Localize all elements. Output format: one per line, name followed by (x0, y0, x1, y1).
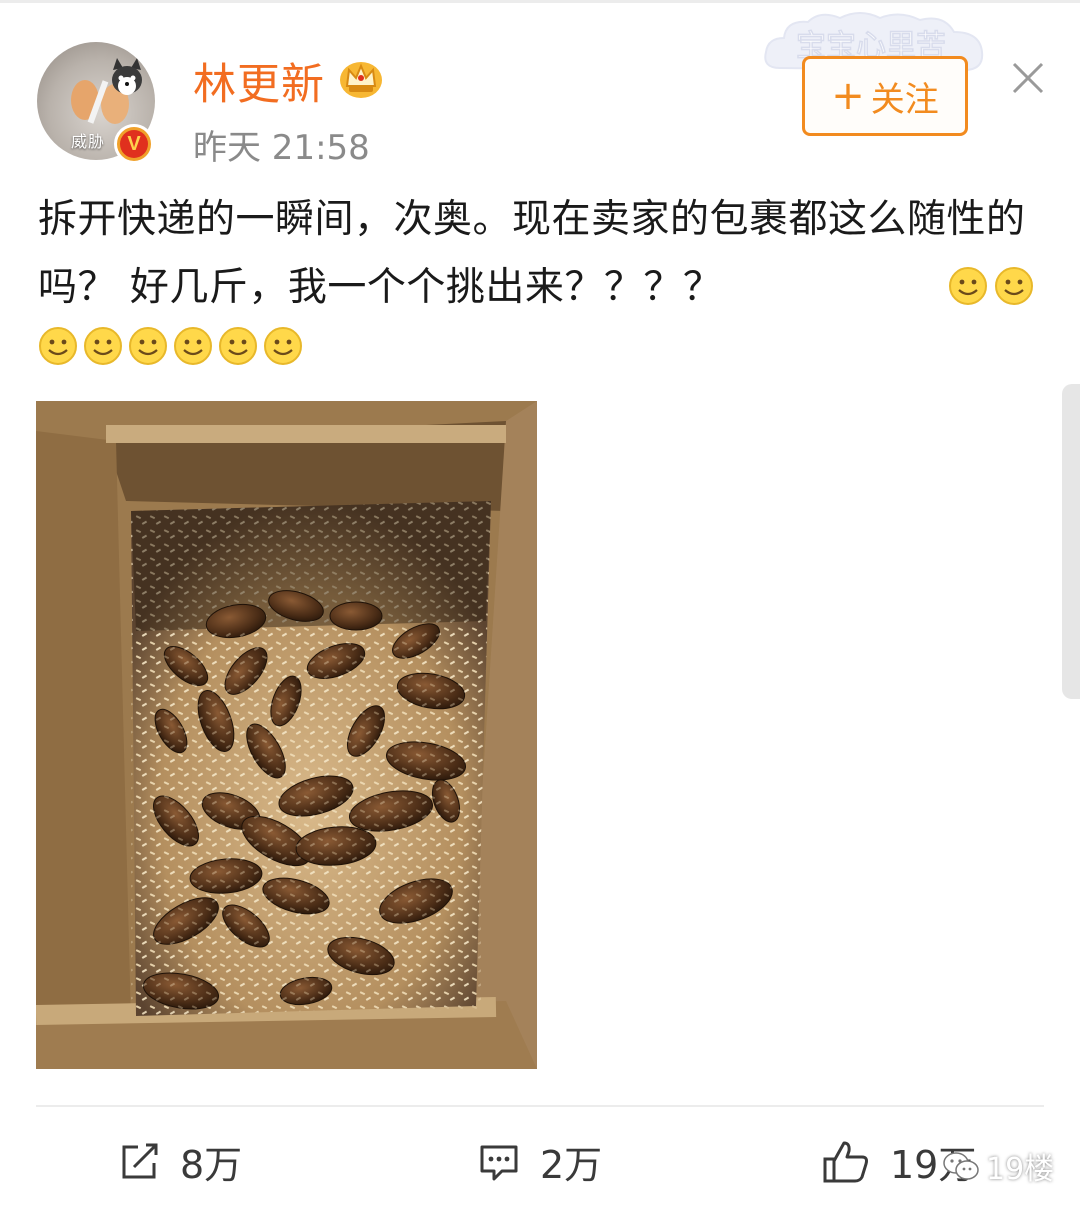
comment-button[interactable]: 2万 (478, 1134, 602, 1189)
comment-icon (480, 1145, 518, 1180)
crown-icon (340, 62, 382, 98)
box-photo-illustration (36, 401, 537, 1069)
post-text: 拆开快递的一瞬间，次奥。现在卖家的包裹都这么随性的吗？ 好几斤，我一个个挑出来？… (38, 197, 1026, 310)
smile-emoji-icon (264, 327, 302, 365)
repost-icon (122, 1143, 158, 1178)
verified-badge: V (114, 124, 154, 164)
repost-count: 8万 (180, 1143, 243, 1187)
smile-emoji-icon (129, 327, 167, 365)
comment-count: 2万 (540, 1143, 603, 1187)
scrollbar[interactable] (1062, 384, 1080, 699)
avatar-tag: 威胁 (71, 132, 106, 151)
follow-button[interactable]: + 关注 (802, 56, 968, 136)
post-photo[interactable] (36, 401, 537, 1069)
like-icon (823, 1141, 868, 1182)
watermark-label: 19楼 (986, 1152, 1055, 1187)
smile-emoji-icon (948, 266, 988, 306)
wechat-icon (943, 1152, 979, 1180)
smile-emoji-icon (219, 327, 257, 365)
smile-emoji-icon (994, 266, 1034, 306)
repost-button[interactable]: 8万 (118, 1134, 242, 1189)
close-icon[interactable] (1008, 58, 1048, 98)
actions-divider (36, 1105, 1044, 1107)
follow-label: 关注 (870, 79, 939, 120)
username[interactable]: 林更新 (193, 50, 325, 112)
watermark: 19楼 (942, 1144, 1054, 1188)
top-divider (0, 0, 1080, 3)
smile-emoji-icon (84, 327, 122, 365)
smile-emoji-icon (174, 327, 212, 365)
plus-icon: + (831, 73, 865, 119)
emoji-row (38, 326, 303, 366)
husky-icon (112, 58, 142, 95)
smile-emoji-icon (39, 327, 77, 365)
verified-badge-letter: V (120, 130, 148, 158)
post-timestamp: 昨天 21:58 (193, 128, 370, 168)
